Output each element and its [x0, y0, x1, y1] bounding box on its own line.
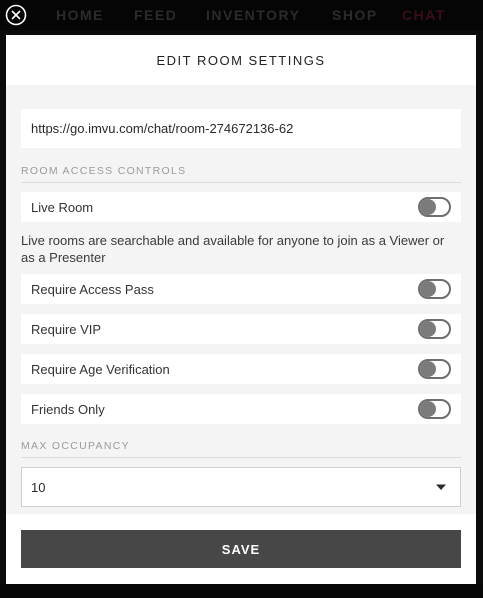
- nav-item-feed[interactable]: FEED: [134, 7, 177, 23]
- require-age-verification-row: Require Age Verification: [21, 354, 461, 384]
- require-vip-label: Require VIP: [31, 321, 102, 337]
- require-vip-toggle[interactable]: [418, 319, 451, 339]
- modal-footer: SAVE: [6, 514, 476, 584]
- toggle-knob: [420, 321, 436, 337]
- require-access-pass-toggle[interactable]: [418, 279, 451, 299]
- edit-room-settings-modal: EDIT ROOM SETTINGS https://go.imvu.com/c…: [6, 35, 476, 584]
- nav-item-inventory[interactable]: INVENTORY: [206, 7, 300, 23]
- max-occupancy-value: 10: [31, 479, 46, 495]
- toggle-knob: [420, 401, 436, 417]
- require-access-pass-label: Require Access Pass: [31, 281, 154, 297]
- room-url-field[interactable]: https://go.imvu.com/chat/room-274672136-…: [21, 109, 461, 148]
- max-occupancy-heading: MAX OCCUPANCY: [21, 440, 461, 458]
- toggle-knob: [420, 361, 436, 377]
- chevron-down-icon: [436, 484, 446, 490]
- background-bottom-strip: [0, 584, 483, 598]
- live-room-description: Live rooms are searchable and available …: [21, 233, 445, 265]
- live-room-toggle[interactable]: [418, 197, 451, 217]
- toggle-knob: [420, 281, 436, 297]
- require-age-verification-label: Require Age Verification: [31, 361, 170, 377]
- close-icon[interactable]: [5, 4, 27, 26]
- top-navigation: HOME FEED INVENTORY SHOP CHAT: [0, 0, 483, 30]
- nav-item-chat[interactable]: CHAT: [402, 7, 446, 23]
- modal-title: EDIT ROOM SETTINGS: [156, 52, 326, 68]
- modal-header: EDIT ROOM SETTINGS: [6, 35, 476, 85]
- toggle-knob: [420, 199, 436, 215]
- require-access-pass-row: Require Access Pass: [21, 274, 461, 304]
- save-button[interactable]: SAVE: [21, 530, 461, 568]
- require-vip-row: Require VIP: [21, 314, 461, 344]
- live-room-row: Live Room: [21, 192, 461, 222]
- save-button-label: SAVE: [221, 541, 261, 557]
- live-room-label: Live Room: [31, 199, 94, 215]
- require-age-verification-toggle[interactable]: [418, 359, 451, 379]
- friends-only-label: Friends Only: [31, 401, 105, 417]
- room-url-text: https://go.imvu.com/chat/room-274672136-…: [31, 121, 294, 136]
- nav-item-shop[interactable]: SHOP: [332, 7, 378, 23]
- nav-item-home[interactable]: HOME: [56, 7, 104, 23]
- room-access-controls-heading: ROOM ACCESS CONTROLS: [21, 165, 461, 183]
- friends-only-toggle[interactable]: [418, 399, 451, 419]
- friends-only-row: Friends Only: [21, 394, 461, 424]
- max-occupancy-select[interactable]: 10: [21, 467, 461, 507]
